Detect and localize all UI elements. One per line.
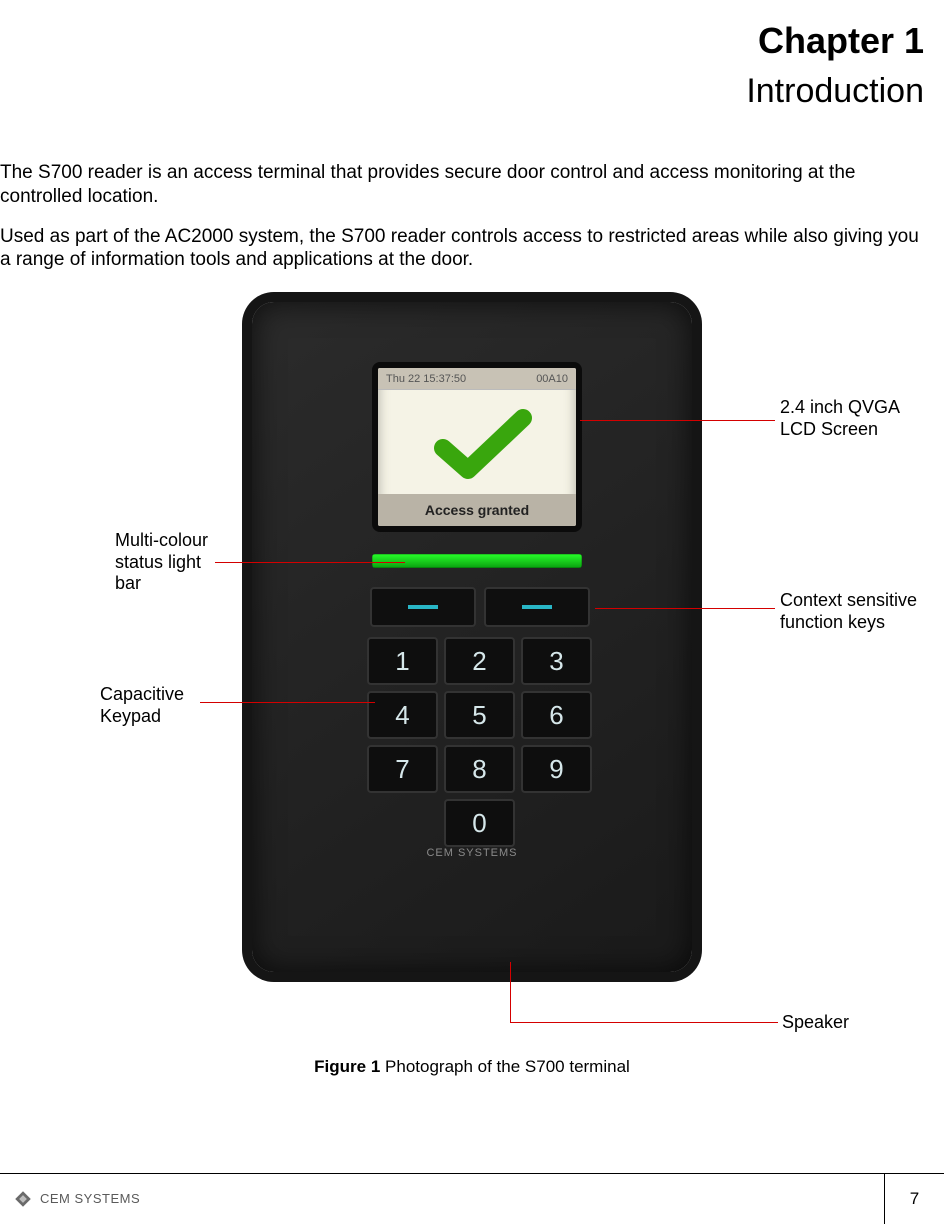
device-function-keys — [370, 587, 590, 627]
key-9: 9 — [521, 745, 592, 793]
callout-keypad: Capacitive Keypad — [100, 684, 210, 727]
key-1: 1 — [367, 637, 438, 685]
diamond-icon — [12, 1188, 34, 1210]
callout-function-keys: Context sensitive function keys — [780, 590, 920, 633]
page-footer: CEM SYSTEMS 7 — [0, 1173, 944, 1223]
figure-1: Thu 22 15:37:50 00A10 Access granted 1 2… — [0, 302, 944, 1082]
device-status-light-bar — [372, 554, 582, 568]
device-brand-label: CEM SYSTEMS — [252, 847, 692, 859]
key-3: 3 — [521, 637, 592, 685]
key-2: 2 — [444, 637, 515, 685]
checkmark-icon — [433, 408, 533, 483]
key-7: 7 — [367, 745, 438, 793]
callout-lcd: 2.4 inch QVGA LCD Screen — [780, 397, 930, 440]
key-8: 8 — [444, 745, 515, 793]
intro-paragraph-1: The S700 reader is an access terminal th… — [0, 161, 924, 209]
screen-message: Access granted — [378, 494, 576, 526]
figure-caption: Figure 1 Photograph of the S700 terminal — [0, 1057, 944, 1077]
callout-status-bar: Multi-colour status light bar — [115, 530, 225, 595]
key-4: 4 — [367, 691, 438, 739]
chapter-number: Chapter 1 — [0, 20, 924, 62]
screen-time: Thu 22 15:37:50 — [386, 373, 466, 385]
function-key-right — [484, 587, 590, 627]
device-lcd-screen: Thu 22 15:37:50 00A10 Access granted — [372, 362, 582, 532]
device-s700: Thu 22 15:37:50 00A10 Access granted 1 2… — [252, 302, 692, 972]
key-6: 6 — [521, 691, 592, 739]
figure-label: Figure 1 — [314, 1057, 380, 1076]
key-5: 5 — [444, 691, 515, 739]
screen-code: 00A10 — [536, 373, 568, 385]
key-0: 0 — [444, 799, 515, 847]
intro-paragraph-2: Used as part of the AC2000 system, the S… — [0, 225, 924, 273]
device-screen-statusbar: Thu 22 15:37:50 00A10 — [378, 368, 576, 390]
page-number: 7 — [884, 1174, 944, 1224]
figure-caption-text: Photograph of the S700 terminal — [385, 1057, 630, 1076]
chapter-title: Introduction — [0, 72, 924, 111]
callout-speaker: Speaker — [782, 1012, 849, 1034]
footer-brand-text: CEM SYSTEMS — [40, 1191, 140, 1206]
function-key-left — [370, 587, 476, 627]
footer-logo: CEM SYSTEMS — [12, 1188, 140, 1210]
device-keypad: 1 2 3 4 5 6 7 8 9 0 — [367, 637, 592, 847]
